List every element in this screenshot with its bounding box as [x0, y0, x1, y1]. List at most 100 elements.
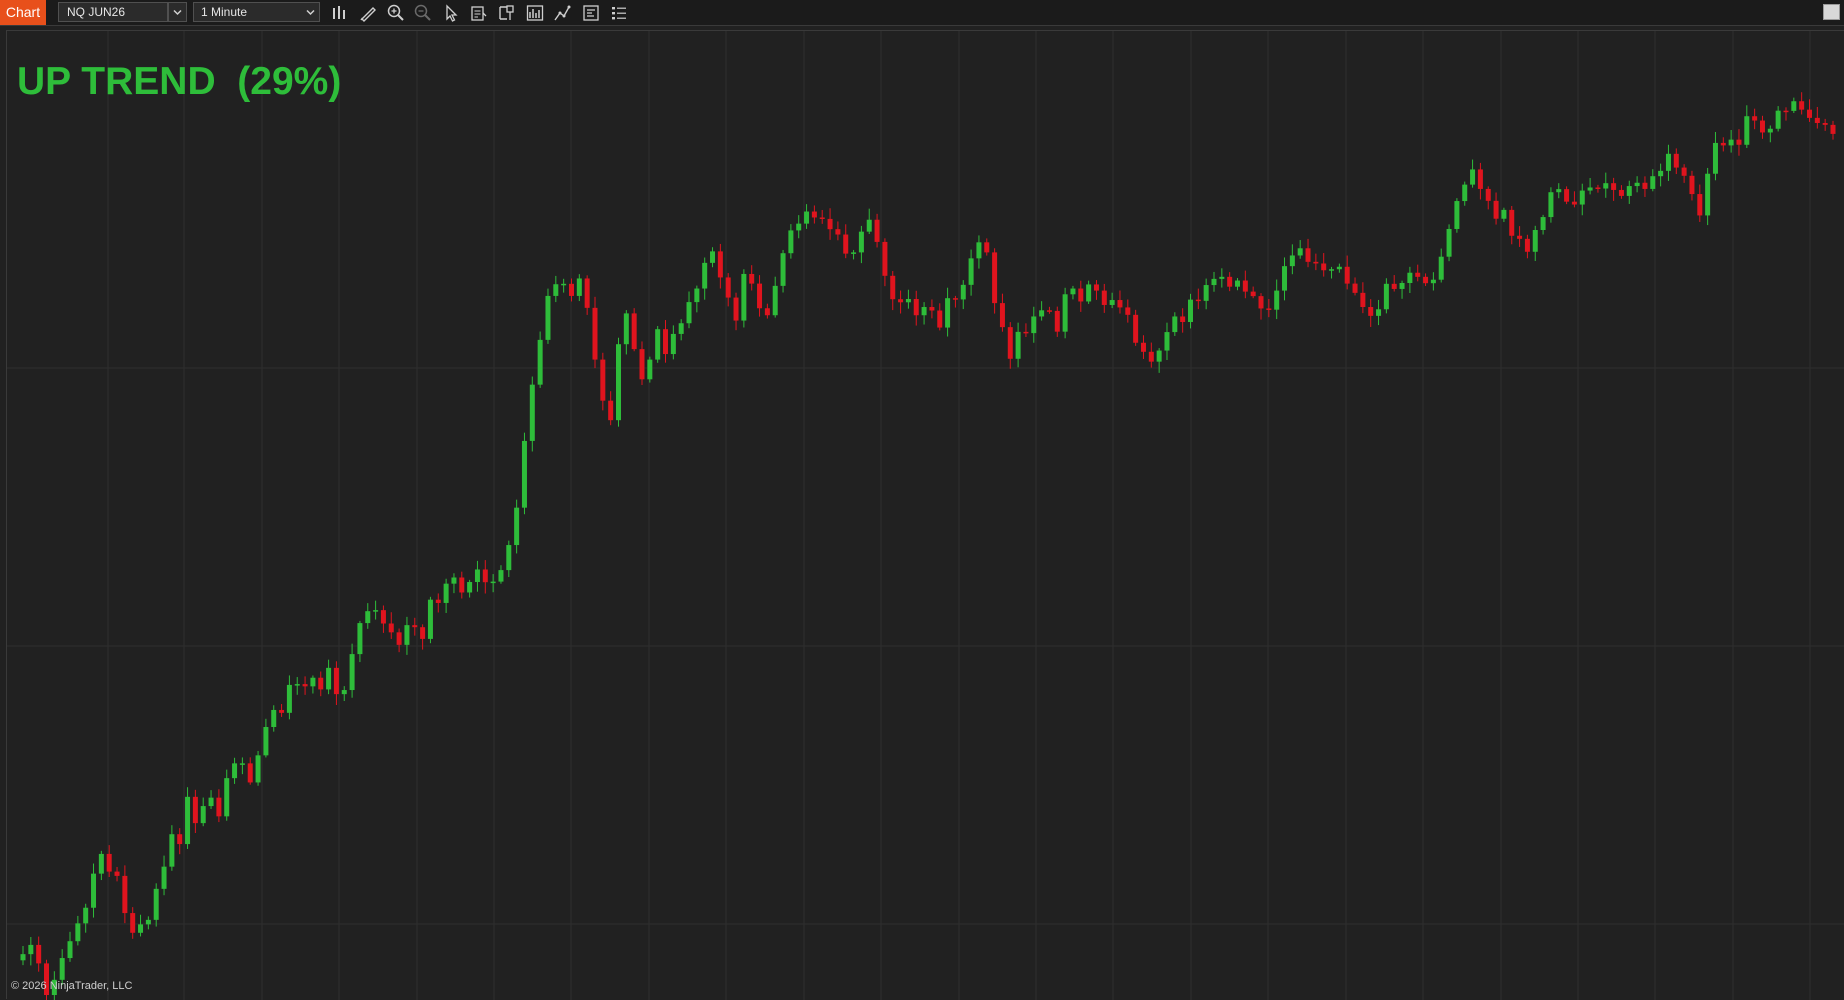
interval-selector[interactable]: 1 Minute — [193, 2, 320, 22]
candle — [1587, 178, 1593, 195]
candle — [263, 718, 269, 758]
instrument-selector[interactable]: NQ JUN26 — [58, 2, 168, 22]
candle — [1235, 278, 1241, 291]
candle — [623, 310, 629, 355]
candle-body — [506, 545, 512, 571]
candle-body — [1524, 238, 1530, 252]
candle-body — [529, 384, 535, 441]
candle-body — [1039, 310, 1045, 317]
candle-body — [1658, 170, 1664, 177]
candle — [1227, 272, 1233, 292]
candle — [678, 319, 684, 341]
candle — [905, 289, 911, 309]
candle — [1438, 248, 1444, 283]
candle-body — [929, 307, 935, 311]
candle — [1203, 278, 1209, 310]
indicators-icon[interactable] — [525, 3, 545, 23]
candle-body — [1227, 276, 1233, 287]
candle-body — [404, 625, 410, 645]
candle — [1242, 270, 1248, 299]
candle — [600, 352, 606, 411]
properties-icon[interactable] — [497, 3, 517, 23]
candle — [780, 249, 786, 293]
candle — [1509, 205, 1515, 245]
candle-body — [647, 359, 653, 380]
candle-body — [498, 570, 504, 582]
candle-body — [521, 440, 527, 508]
chart-panel[interactable] — [6, 30, 1844, 1000]
strategies-icon[interactable] — [553, 3, 573, 23]
candle-body — [835, 229, 841, 235]
candle — [835, 221, 841, 241]
templates-icon[interactable] — [581, 3, 601, 23]
candle-body — [1203, 285, 1209, 301]
candle-body — [1759, 120, 1765, 133]
candle — [576, 274, 582, 302]
candle-body — [1642, 182, 1648, 189]
candle-body — [1180, 316, 1186, 323]
candle — [1470, 159, 1476, 188]
candle-body — [702, 262, 708, 289]
candle-body — [1109, 300, 1115, 305]
chart-trader-icon[interactable] — [609, 3, 629, 23]
candle-body — [1705, 173, 1711, 216]
candle-body — [333, 667, 339, 695]
drawing-tools-icon[interactable] — [358, 3, 378, 23]
candle — [122, 865, 128, 924]
candle — [130, 907, 136, 939]
candle — [757, 275, 763, 317]
chevron-down-icon — [173, 9, 182, 16]
candle — [702, 257, 708, 300]
candle-body — [1517, 235, 1523, 239]
candle-body — [1532, 230, 1538, 252]
candle — [459, 571, 465, 599]
candle — [1501, 207, 1507, 223]
candle — [584, 275, 590, 315]
bar-type-icon[interactable] — [330, 3, 350, 23]
pointer-icon[interactable] — [441, 3, 461, 23]
restore-window-button[interactable] — [1823, 4, 1840, 20]
candle — [1195, 288, 1201, 310]
data-box-icon[interactable] — [469, 3, 489, 23]
candle-body — [898, 299, 904, 303]
candle-body — [1015, 331, 1021, 359]
candle — [741, 269, 747, 328]
candle-body — [1752, 116, 1758, 121]
candle-body — [796, 223, 802, 231]
candle-body — [1321, 263, 1327, 271]
candle — [1618, 185, 1624, 199]
candle-body — [945, 298, 951, 328]
instrument-dropdown-button[interactable] — [168, 2, 187, 22]
zoom-out-icon[interactable] — [413, 3, 433, 23]
candle — [1689, 170, 1695, 201]
candle-body — [1250, 291, 1256, 297]
candle — [639, 341, 645, 385]
candle — [427, 596, 433, 644]
candle — [1391, 275, 1397, 292]
candle — [608, 391, 614, 426]
candle — [952, 295, 958, 308]
candle-body — [467, 582, 473, 593]
candle — [1806, 99, 1812, 122]
candlestick-chart[interactable] — [7, 31, 1844, 1000]
candle-body — [380, 610, 386, 624]
candle — [764, 303, 770, 319]
candle-body — [357, 623, 363, 655]
trend-indicator-label: UP TREND (29%) — [17, 60, 342, 103]
candle-body — [1783, 110, 1789, 113]
candle-body — [28, 944, 34, 955]
candle-body — [1564, 189, 1570, 202]
candle — [1791, 97, 1797, 114]
candle — [247, 757, 253, 785]
candle-body — [764, 308, 770, 316]
interval-value: 1 Minute — [201, 5, 248, 19]
candles — [20, 92, 1836, 1000]
candle-body — [279, 709, 285, 713]
candle — [1799, 92, 1805, 115]
candle-body — [1187, 299, 1193, 323]
candle — [874, 213, 880, 248]
chart-tab[interactable]: Chart — [0, 0, 46, 25]
candle-body — [1501, 209, 1507, 219]
candle — [239, 757, 245, 775]
zoom-in-icon[interactable] — [386, 3, 406, 23]
